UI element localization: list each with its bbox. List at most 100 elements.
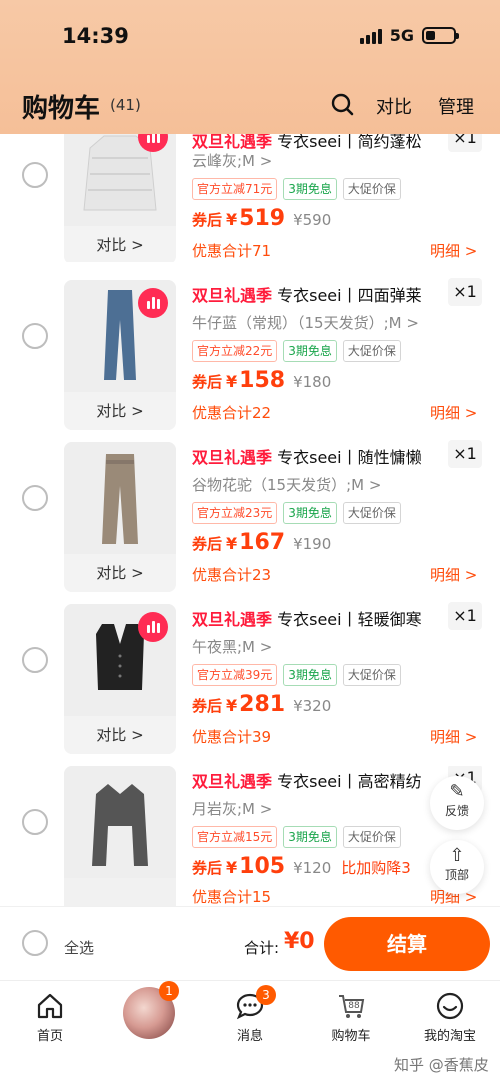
tag-list: 官方立减15元 3期免息 大促价保 xyxy=(192,826,401,848)
cart-item: 对比 > 双旦礼遇季 专衣seei丨四面弹莱 ×1 牛仔蓝（常规）（15天发货）… xyxy=(0,278,500,442)
detail-link[interactable]: 明细 > xyxy=(430,726,477,747)
installment-tag: 3期免息 xyxy=(283,502,337,524)
installment-tag: 3期免息 xyxy=(283,340,337,362)
back-to-top-button[interactable]: ⇧ 顶部 xyxy=(430,840,484,894)
detail-link[interactable]: 明细 > xyxy=(430,240,477,261)
variant-selector[interactable]: 谷物花驼（15天发货）;M > xyxy=(192,474,381,495)
header: 14:39 5G 购物车 (41) 对比 管理 xyxy=(0,0,500,134)
svg-text:88: 88 xyxy=(348,1001,360,1011)
item-checkbox[interactable] xyxy=(22,647,48,673)
cart-icon: 88 xyxy=(311,991,391,1021)
hot-badge-icon xyxy=(138,288,168,318)
discount-tag: 官方立减23元 xyxy=(192,502,278,524)
quantity[interactable]: ×1 xyxy=(448,602,482,630)
discount-total: 优惠合计23 xyxy=(192,566,272,584)
price-protect-tag: 大促价保 xyxy=(342,826,401,848)
avatar-badge: 1 xyxy=(159,981,179,1001)
tab-cart[interactable]: 88 购物车 xyxy=(311,991,391,1044)
hot-badge-icon xyxy=(138,612,168,642)
tag-list: 官方立减22元 3期免息 大促价保 xyxy=(192,340,401,362)
product-thumbnail[interactable]: 对比 > xyxy=(64,280,176,430)
chat-icon: 3 xyxy=(210,985,290,1021)
tag-list: 官方立减23元 3期免息 大促价保 xyxy=(192,502,401,524)
select-all-label[interactable]: 全选 xyxy=(64,937,94,958)
price-protect-tag: 大促价保 xyxy=(342,178,401,200)
quantity[interactable]: ×1 xyxy=(448,440,482,468)
feedback-button[interactable]: ✎ 反馈 xyxy=(430,776,484,830)
compare-link[interactable]: 对比 > xyxy=(64,226,176,262)
item-checkbox[interactable] xyxy=(22,485,48,511)
product-thumbnail[interactable] xyxy=(64,766,176,906)
original-price: ¥120 xyxy=(293,859,332,877)
network-label: 5G xyxy=(389,26,414,45)
discount-tag: 官方立减71元 xyxy=(192,178,278,200)
quantity[interactable]: ×1 xyxy=(448,134,482,152)
original-price: ¥190 xyxy=(293,535,332,553)
discount-tag: 官方立减15元 xyxy=(192,826,278,848)
variant-selector[interactable]: 月岩灰;M > xyxy=(192,798,272,819)
price-protect-tag: 大促价保 xyxy=(342,502,401,524)
item-checkbox[interactable] xyxy=(22,323,48,349)
detail-link[interactable]: 明细 > xyxy=(430,402,477,423)
variant-selector[interactable]: 午夜黑;M > xyxy=(192,636,272,657)
checkout-button[interactable]: 结算 xyxy=(324,917,490,971)
installment-tag: 3期免息 xyxy=(283,664,337,686)
product-title[interactable]: 双旦礼遇季 专衣seei丨轻暖御寒 xyxy=(192,606,442,630)
manage-button[interactable]: 管理 xyxy=(438,93,474,119)
watermark: 知乎 @香蕉皮 xyxy=(394,1056,489,1074)
signal-icon xyxy=(359,28,382,44)
total-value: ¥0 xyxy=(284,929,315,954)
price: 105 xyxy=(239,854,286,879)
price-line: 券后 ¥167 ¥190 xyxy=(192,530,332,555)
tag-list: 官方立减71元 3期免息 大促价保 xyxy=(192,178,401,200)
price-protect-tag: 大促价保 xyxy=(342,340,401,362)
compare-link[interactable]: 对比 > xyxy=(64,716,176,754)
product-thumbnail[interactable]: 对比 > xyxy=(64,134,176,262)
quantity[interactable]: ×1 xyxy=(448,278,482,306)
status-icons: 5G xyxy=(359,26,459,45)
price-line: 券后 ¥158 ¥180 xyxy=(192,368,332,393)
tab-avatar[interactable]: 1 xyxy=(109,981,189,1039)
cart-item: 双旦礼遇季 专衣seei丨高密精纺 ×1 月岩灰;M > 官方立减15元 3期免… xyxy=(0,766,500,906)
tab-mine[interactable]: 我的淘宝 xyxy=(410,991,490,1044)
installment-tag: 3期免息 xyxy=(283,826,337,848)
discount-total: 优惠合计15 xyxy=(192,888,272,906)
cart-item: 对比 > 双旦礼遇季 专衣seei丨简约蓬松 ×1 云峰灰;M > 官方立减71… xyxy=(0,134,500,262)
price-protect-tag: 大促价保 xyxy=(342,664,401,686)
original-price: ¥180 xyxy=(293,373,332,391)
price: 167 xyxy=(239,530,286,555)
variant-selector[interactable]: 牛仔蓝（常规）（15天发货）;M > xyxy=(192,312,419,333)
price-line: 券后 ¥105 ¥120 比加购降3 xyxy=(192,854,411,879)
price: 158 xyxy=(239,368,286,393)
smile-icon xyxy=(436,992,464,1020)
price-drop-note: 比加购降3 xyxy=(341,859,411,877)
product-title[interactable]: 双旦礼遇季 专衣seei丨四面弹莱 xyxy=(192,282,442,306)
status-time: 14:39 xyxy=(62,24,129,48)
detail-link[interactable]: 明细 > xyxy=(430,564,477,585)
product-title[interactable]: 双旦礼遇季 专衣seei丨高密精纺 xyxy=(192,768,442,792)
discount-total: 优惠合计71 xyxy=(192,242,272,260)
up-arrow-icon: ⇧ xyxy=(449,845,465,866)
product-image xyxy=(64,766,176,878)
item-checkbox[interactable] xyxy=(22,162,48,188)
total-label: 合计: xyxy=(244,939,280,957)
tab-home[interactable]: 首页 xyxy=(10,991,90,1044)
search-icon[interactable] xyxy=(330,92,354,116)
compare-button[interactable]: 对比 xyxy=(376,93,412,119)
cart-count: (41) xyxy=(110,96,141,114)
cart-item: 对比 > 双旦礼遇季 专衣seei丨轻暖御寒 ×1 午夜黑;M > 官方立减39… xyxy=(0,602,500,766)
compare-link[interactable]: 对比 > xyxy=(64,392,176,430)
discount-total: 优惠合计22 xyxy=(192,404,272,422)
page-title: 购物车 xyxy=(22,94,101,124)
original-price: ¥590 xyxy=(293,211,332,229)
product-thumbnail[interactable]: 对比 > xyxy=(64,442,176,592)
select-all-checkbox[interactable] xyxy=(22,930,48,956)
product-title[interactable]: 双旦礼遇季 专衣seei丨随性慵懒 xyxy=(192,444,442,468)
product-thumbnail[interactable]: 对比 > xyxy=(64,604,176,754)
item-checkbox[interactable] xyxy=(22,809,48,835)
tab-messages[interactable]: 3 消息 xyxy=(210,985,290,1044)
price-line: 券后 ¥281 ¥320 xyxy=(192,692,332,717)
compare-link[interactable]: 对比 > xyxy=(64,554,176,592)
variant-selector[interactable]: 云峰灰;M > xyxy=(192,150,272,171)
battery-icon xyxy=(422,27,459,44)
